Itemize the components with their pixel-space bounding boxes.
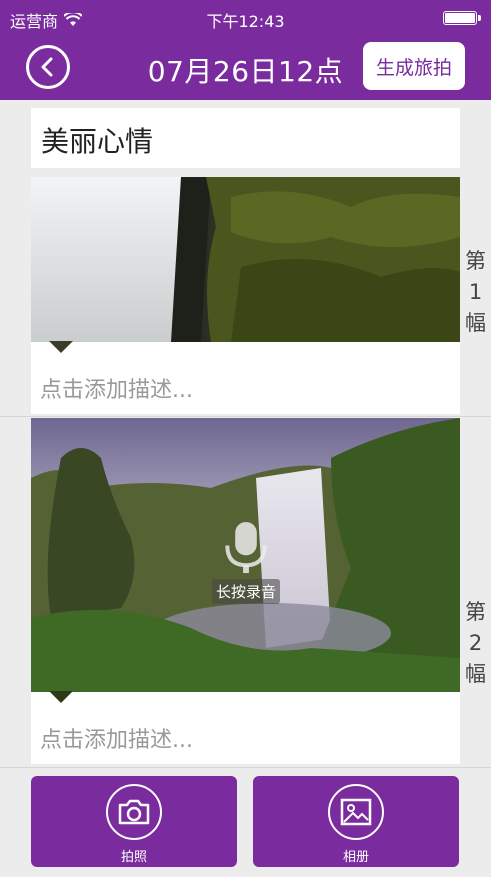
description-card-1[interactable]: 点击添加描述... (31, 341, 460, 414)
photo-index-1: 第 1 幅 (465, 249, 486, 335)
waterfall-image (31, 177, 460, 342)
description-placeholder-1: 点击添加描述... (40, 378, 193, 403)
status-bar: 运营商 下午12:43 (0, 0, 491, 36)
bottom-toolbar: 拍照 相册 (0, 770, 491, 877)
battery-icon (443, 11, 481, 25)
description-card-2[interactable]: 点击添加描述... (31, 691, 460, 764)
album-button[interactable]: 相册 (253, 776, 459, 867)
voice-record-button[interactable]: 长按录音 (202, 520, 290, 604)
voice-record-label: 长按录音 (211, 579, 280, 604)
album-title: 美丽心情 (41, 125, 154, 158)
photo-index-2: 第 2 幅 (465, 600, 486, 686)
photo-album-icon (340, 798, 372, 826)
camera-label: 拍照 (120, 850, 147, 865)
nav-bar: 07月26日12点 生成旅拍 (0, 36, 491, 100)
camera-button[interactable]: 拍照 (31, 776, 237, 867)
description-placeholder-2: 点击添加描述... (40, 728, 193, 753)
album-title-card[interactable]: 美丽心情 (31, 108, 460, 168)
microphone-icon (225, 521, 267, 574)
status-time: 下午12:43 (206, 12, 285, 31)
camera-icon (118, 799, 150, 825)
generate-travel-button[interactable]: 生成旅拍 (363, 42, 465, 90)
photo-1[interactable] (31, 177, 460, 342)
album-label: 相册 (342, 850, 369, 865)
